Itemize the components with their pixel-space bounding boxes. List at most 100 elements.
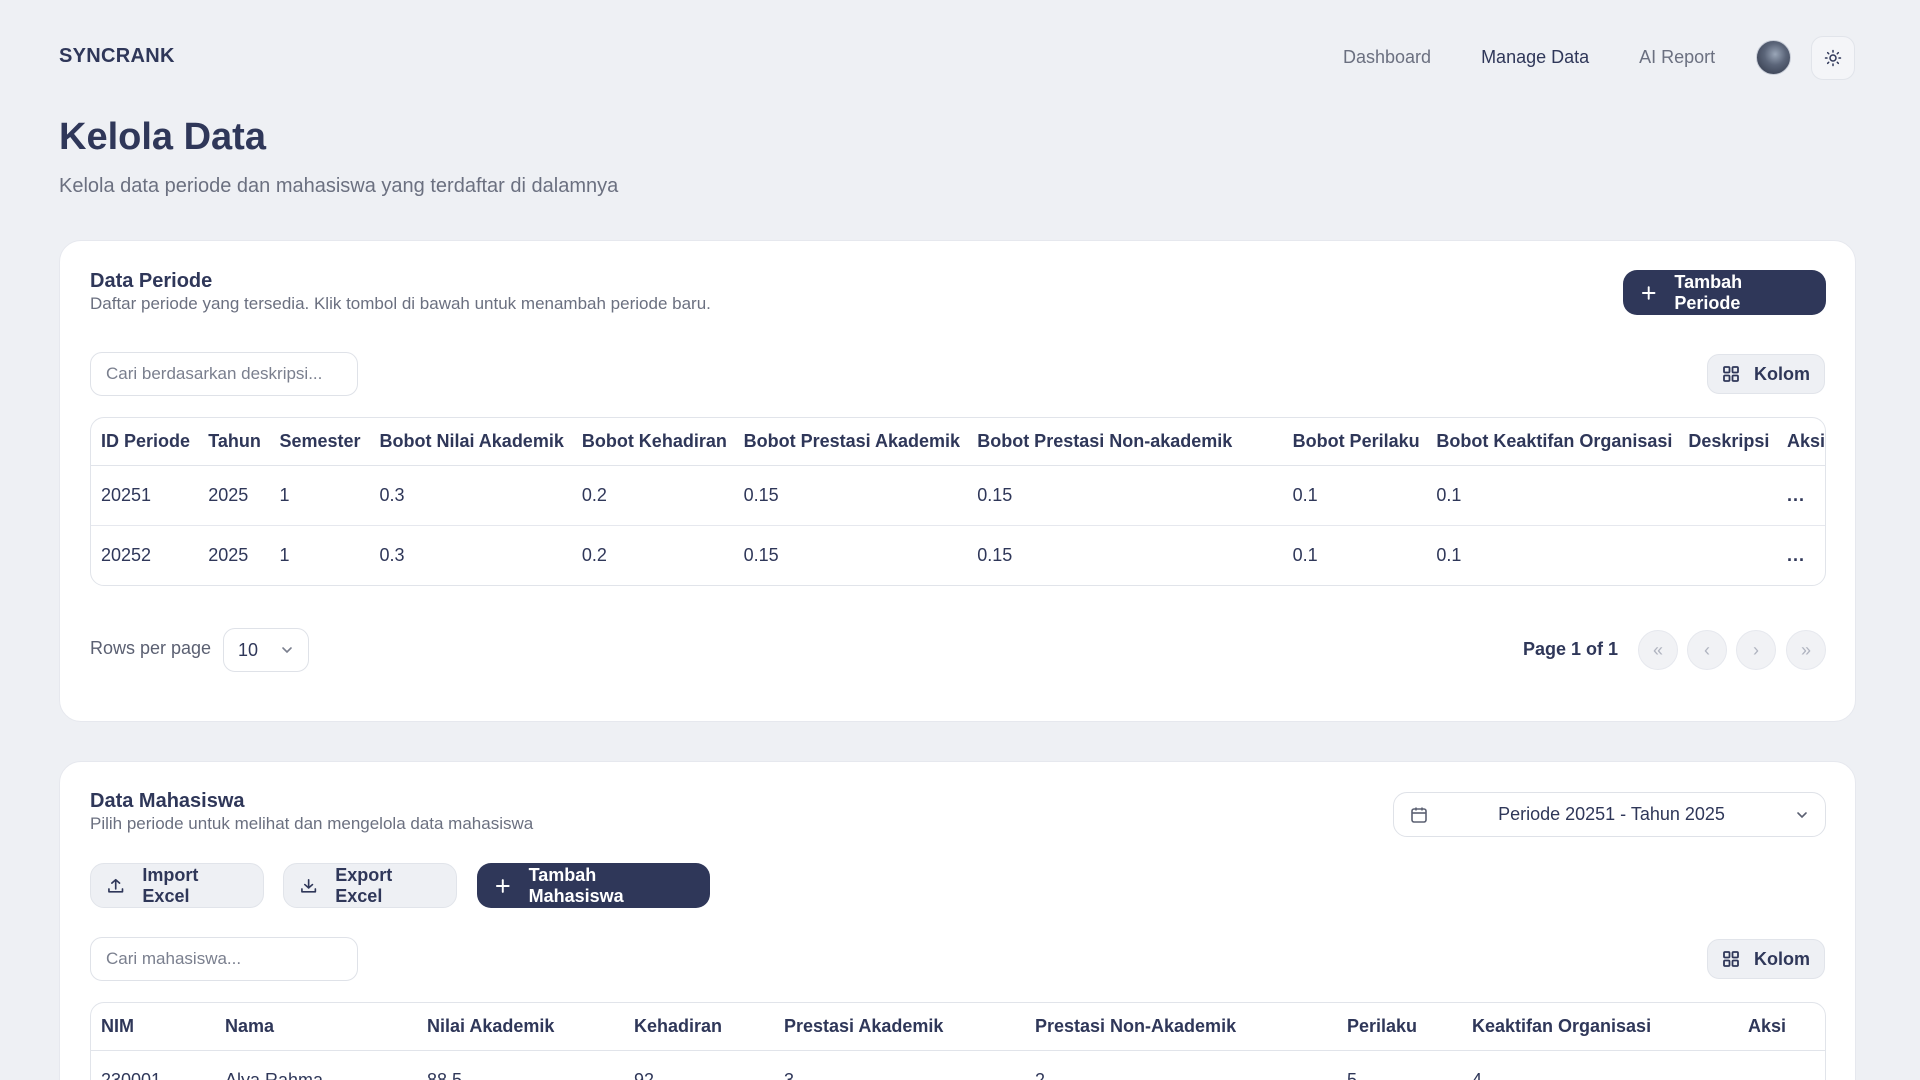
rows-per-page-label: Rows per page <box>90 638 212 658</box>
add-mahasiswa-button[interactable]: Tambah Mahasiswa <box>477 863 710 908</box>
upload-icon <box>108 878 124 893</box>
table-cell: 0.2 <box>581 544 607 565</box>
column-header[interactable]: Kehadiran <box>624 1003 774 1051</box>
nav-links: Dashboard Manage Data AI Report <box>1343 47 1715 68</box>
export-excel-button[interactable]: Export Excel <box>283 863 457 908</box>
row-actions-menu[interactable]: ... <box>1776 465 1825 526</box>
nav-link-manage-data[interactable]: Manage Data <box>1481 47 1589 68</box>
periode-table-header: ID Periode Tahun Semester Bobot Nilai Ak… <box>91 418 1825 466</box>
table-cell: 0.3 <box>369 465 572 526</box>
table-cell: 2025 <box>208 544 249 565</box>
table-row: 20251 2025 1 0.3 0.2 0.15 0.15 0.1 0.1 .… <box>91 465 1825 526</box>
chevrons-right-icon: » <box>1800 639 1811 660</box>
column-header[interactable]: Bobot Keaktifan Organisasi <box>1426 418 1679 466</box>
nav-link-dashboard[interactable]: Dashboard <box>1343 47 1431 68</box>
chevron-down-icon <box>1797 811 1807 818</box>
next-page-button[interactable]: › <box>1736 630 1776 670</box>
table-cell: 92 <box>634 1069 655 1080</box>
plus-icon <box>495 878 510 893</box>
theme-toggle-button[interactable] <box>1811 36 1855 80</box>
periode-card-title: Data Periode <box>90 270 213 292</box>
column-header: Aksi <box>1738 1003 1825 1051</box>
nav-link-ai-report[interactable]: AI Report <box>1639 47 1715 68</box>
periode-columns-button[interactable]: Kolom <box>1707 354 1825 394</box>
column-header[interactable]: Semester <box>269 418 370 466</box>
brand-logo[interactable]: SYNCRANK <box>59 45 175 68</box>
table-cell: 0.15 <box>967 465 1283 526</box>
top-navbar: SYNCRANK Dashboard Manage Data AI Report <box>0 0 1920 116</box>
table-cell: 0.3 <box>379 544 405 565</box>
table-cell: 0.15 <box>977 544 1013 565</box>
periode-search-input[interactable] <box>90 352 358 396</box>
page-title: Kelola Data <box>59 116 266 158</box>
table-cell: 0.1 <box>1436 544 1462 565</box>
add-periode-label: Tambah Periode <box>1674 271 1743 313</box>
download-icon <box>301 878 317 893</box>
periode-columns-label: Kolom <box>1754 363 1810 384</box>
table-cell: 3 <box>784 1069 795 1080</box>
mahasiswa-card: Data Mahasiswa Pilih periode untuk melih… <box>59 761 1856 1080</box>
table-cell: 0.2 <box>571 465 734 526</box>
add-periode-button[interactable]: Tambah Periode <box>1623 270 1826 315</box>
column-header[interactable]: Tahun <box>198 418 270 466</box>
column-header[interactable]: Nama <box>215 1003 417 1051</box>
table-cell <box>1678 525 1777 585</box>
grid-icon <box>1723 366 1739 382</box>
row-actions-menu[interactable]: ... <box>1777 525 1825 585</box>
export-excel-label: Export Excel <box>335 864 393 906</box>
column-header[interactable]: Nilai Akademik <box>417 1003 624 1051</box>
rows-per-page-value: 10 <box>238 639 259 660</box>
table-cell: 230001 <box>101 1069 162 1080</box>
periode-table: ID Periode Tahun Semester Bobot Nilai Ak… <box>90 417 1826 586</box>
import-excel-label: Import Excel <box>142 864 199 906</box>
mahasiswa-columns-button[interactable]: Kolom <box>1707 939 1825 979</box>
column-header[interactable]: NIM <box>91 1003 215 1051</box>
prev-page-button[interactable]: ‹ <box>1687 630 1727 670</box>
column-header[interactable]: Perilaku <box>1337 1003 1462 1051</box>
import-excel-button[interactable]: Import Excel <box>90 863 264 908</box>
table-cell <box>1678 465 1777 526</box>
column-header[interactable]: Bobot Nilai Akademik <box>369 418 572 466</box>
pagination-info: Page 1 of 1 <box>1523 639 1619 659</box>
chevrons-left-icon: « <box>1652 639 1663 660</box>
column-header[interactable]: Bobot Perilaku <box>1282 418 1427 466</box>
table-cell: 1 <box>269 465 370 526</box>
table-row: 20252 2025 1 0.3 0.2 0.15 0.15 0.1 0.1 .… <box>91 525 1825 585</box>
table-cell: 2 <box>1035 1069 1046 1080</box>
user-avatar[interactable] <box>1756 40 1791 75</box>
column-header[interactable]: Deskripsi <box>1678 418 1777 466</box>
table-cell: 5 <box>1347 1069 1358 1080</box>
periode-select[interactable]: Periode 20251 - Tahun 2025 <box>1393 792 1826 837</box>
mahasiswa-card-description: Pilih periode untuk melihat dan mengelol… <box>90 814 534 833</box>
table-row: 230001 Alya Rahma 88.5 92 3 2 5 4 ... <box>91 1050 1825 1080</box>
grid-icon <box>1723 951 1739 967</box>
column-header[interactable]: ID Periode <box>91 418 199 466</box>
table-cell: Alya Rahma <box>225 1069 324 1080</box>
first-page-button[interactable]: « <box>1638 630 1678 670</box>
column-header[interactable]: Bobot Prestasi Akademik <box>733 418 968 466</box>
table-cell: 0.15 <box>743 544 779 565</box>
table-cell: 20252 <box>101 544 152 565</box>
periode-select-value: Periode 20251 - Tahun 2025 <box>1498 804 1725 824</box>
page-subtitle: Kelola data periode dan mahasiswa yang t… <box>59 175 619 197</box>
mahasiswa-search-input[interactable] <box>90 937 358 981</box>
sun-icon <box>1824 49 1842 67</box>
column-header[interactable]: Bobot Prestasi Non-akademik <box>967 418 1283 466</box>
table-cell: 2025 <box>198 465 270 526</box>
row-actions-menu[interactable]: ... <box>1738 1050 1825 1080</box>
table-cell: 0.1 <box>1282 465 1427 526</box>
periode-card: Data Periode Daftar periode yang tersedi… <box>59 240 1856 722</box>
column-header[interactable]: Bobot Kehadiran <box>571 418 734 466</box>
chevron-down-icon <box>282 647 292 654</box>
table-cell: 20251 <box>91 465 199 526</box>
calendar-icon <box>1411 807 1427 823</box>
rows-per-page-select[interactable]: 10 <box>223 628 309 672</box>
last-page-button[interactable]: » <box>1786 630 1826 670</box>
column-header[interactable]: Keaktifan Organisasi <box>1462 1003 1738 1051</box>
periode-card-description: Daftar periode yang tersedia. Klik tombo… <box>90 294 711 313</box>
column-header[interactable]: Prestasi Akademik <box>774 1003 1025 1051</box>
table-cell: 0.15 <box>733 465 968 526</box>
chevron-right-icon: › <box>1753 639 1759 660</box>
column-header[interactable]: Prestasi Non-Akademik <box>1025 1003 1337 1051</box>
table-cell: 88.5 <box>427 1069 463 1080</box>
